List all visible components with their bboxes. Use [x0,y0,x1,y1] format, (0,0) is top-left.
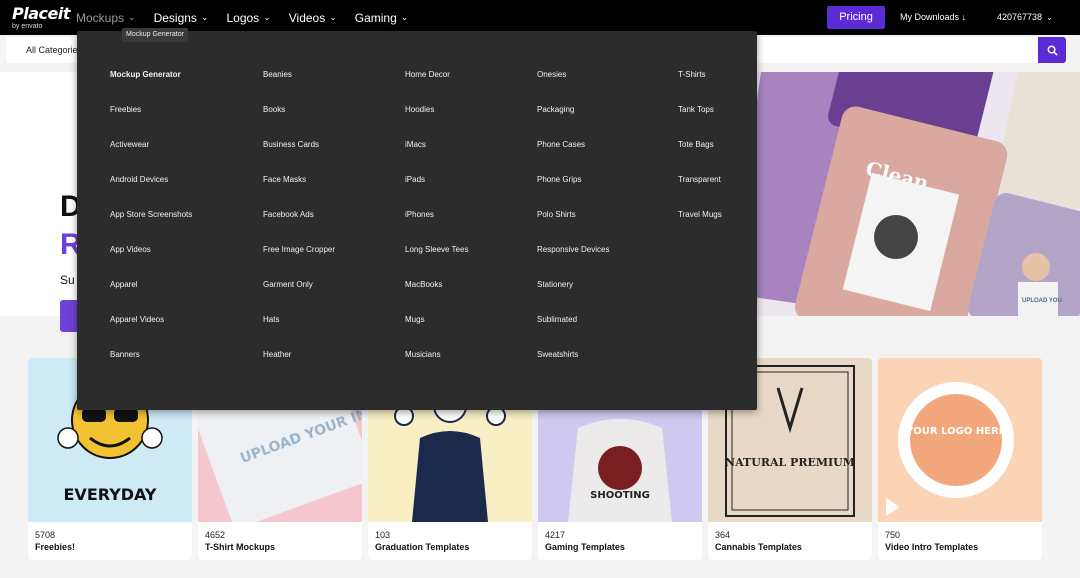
nav-logos[interactable]: Logos [226,11,270,25]
dropdown-item[interactable]: App Videos [110,245,192,280]
card-video-intro-templates[interactable]: YOUR LOGO HERE 750 Video Intro Templates [878,358,1042,560]
dropdown-item[interactable]: Hats [263,315,335,350]
card-label: Graduation Templates [375,542,470,552]
card-count: 750 [885,530,901,540]
dropdown-item[interactable]: T-Shirts [678,70,722,105]
card-label: Cannabis Templates [715,542,802,552]
dropdown-item[interactable]: Books [263,105,335,140]
my-downloads-link[interactable]: My Downloads ↓ [900,12,966,22]
dropdown-item[interactable]: Onesies [537,70,609,105]
dropdown-item[interactable]: Beanies [263,70,335,105]
dropdown-item[interactable]: Responsive Devices [537,245,609,280]
card-count: 4652 [205,530,226,540]
dropdown-item[interactable]: Activewear [110,140,192,175]
mockups-dropdown: Mockup Generator Freebies Activewear And… [77,31,757,410]
card-count: 103 [375,530,391,540]
account-menu[interactable]: 420767738 [997,12,1053,22]
logo-brand: Placeit [12,4,70,23]
card-art-text: NATURAL PREMIUM [725,456,855,469]
card-label: Video Intro Templates [885,542,979,552]
dropdown-item[interactable]: iMacs [405,140,468,175]
play-icon [886,498,900,516]
card-label: Gaming Templates [545,542,625,552]
hero-image: Clean. UPLOAD YOU [756,72,1080,316]
dropdown-item[interactable]: Phone Cases [537,140,609,175]
nav-mockups[interactable]: Mockups [76,11,136,25]
dropdown-item[interactable]: Android Devices [110,175,192,210]
placeit-logo[interactable]: Placeit by envato [12,4,70,31]
dropdown-item[interactable]: Banners [110,350,192,385]
card-art-text: EVERYDAY [64,485,157,504]
card-label: T-Shirt Mockups [205,542,276,552]
dropdown-item[interactable]: Heather [263,350,335,385]
dropdown-item[interactable]: iPads [405,175,468,210]
dropdown-item[interactable]: Sweatshirts [537,350,609,385]
main-menu: Mockups Designs Logos Videos Gaming [76,11,426,25]
dropdown-item[interactable]: Home Decor [405,70,468,105]
dropdown-col-1: Mockup Generator Freebies Activewear And… [110,70,192,385]
mockups-tooltip: Mockup Generator [122,28,188,42]
card-thumbnail: YOUR LOGO HERE [878,358,1042,522]
card-count: 5708 [35,530,56,540]
dropdown-item[interactable]: Musicians [405,350,468,385]
dropdown-col-3: Home Decor Hoodies iMacs iPads iPhones L… [405,70,468,385]
dropdown-item[interactable]: Travel Mugs [678,210,722,245]
dropdown-item[interactable]: Freebies [110,105,192,140]
dropdown-item[interactable]: Mugs [405,315,468,350]
dropdown-item[interactable]: Tank Tops [678,105,722,140]
dropdown-item[interactable]: Free Image Cropper [263,245,335,280]
dropdown-item[interactable]: Apparel [110,280,192,315]
pricing-button[interactable]: Pricing [827,6,885,29]
dropdown-item[interactable]: MacBooks [405,280,468,315]
dropdown-item[interactable]: Tote Bags [678,140,722,175]
card-count: 4217 [545,530,566,540]
dropdown-item[interactable]: App Store Screenshots [110,210,192,245]
dropdown-col-4: Onesies Packaging Phone Cases Phone Grip… [537,70,609,385]
dropdown-item[interactable]: Hoodies [405,105,468,140]
dropdown-item[interactable]: Packaging [537,105,609,140]
dropdown-item[interactable]: Phone Grips [537,175,609,210]
dropdown-item[interactable]: Long Sleeve Tees [405,245,468,280]
dropdown-item[interactable]: Polo Shirts [537,210,609,245]
dropdown-item[interactable]: Stationery [537,280,609,315]
logo-sub: by envato [12,23,43,30]
dropdown-item[interactable]: Garment Only [263,280,335,315]
card-art-text: YOUR LOGO HERE [905,426,1005,437]
hero-subtitle: Su [60,273,75,287]
dropdown-col-5: T-Shirts Tank Tops Tote Bags Transparent… [678,70,722,245]
dropdown-item[interactable]: Apparel Videos [110,315,192,350]
search-button[interactable] [1038,37,1066,63]
dropdown-item[interactable]: iPhones [405,210,468,245]
nav-designs[interactable]: Designs [154,11,209,25]
dropdown-item[interactable]: Transparent [678,175,722,210]
nav-gaming[interactable]: Gaming [355,11,409,25]
dropdown-item[interactable]: Facebook Ads [263,210,335,245]
dropdown-item[interactable]: Face Masks [263,175,335,210]
card-art-text: SHOOTING [590,490,650,501]
card-count: 364 [715,530,731,540]
dropdown-item[interactable]: Business Cards [263,140,335,175]
search-icon [1047,45,1058,56]
card-label: Freebies! [35,542,76,552]
dropdown-item[interactable]: Mockup Generator [110,70,192,105]
nav-videos[interactable]: Videos [289,11,337,25]
dropdown-item[interactable]: Sublimated [537,315,609,350]
search-category-select[interactable]: All Categories [26,45,82,55]
hero-art-text2: UPLOAD YOU [1022,298,1062,304]
dropdown-col-2: Beanies Books Business Cards Face Masks … [263,70,335,385]
